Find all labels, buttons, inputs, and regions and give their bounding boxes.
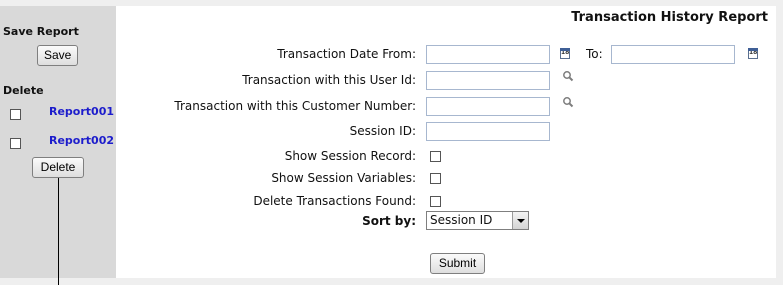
search-icon[interactable] bbox=[562, 96, 574, 108]
date-to-label: To: bbox=[586, 47, 603, 61]
show-session-record-checkbox[interactable] bbox=[430, 151, 441, 162]
session-id-label: Session ID: bbox=[349, 124, 416, 138]
customer-number-label: Transaction with this Customer Number: bbox=[174, 99, 416, 113]
report-link-1[interactable]: Report001 bbox=[49, 105, 114, 118]
show-session-variables-label: Show Session Variables: bbox=[271, 171, 416, 185]
report-form: Transaction History Report Transaction D… bbox=[116, 6, 776, 278]
page-title: Transaction History Report bbox=[571, 10, 768, 25]
report-checkbox-2[interactable] bbox=[10, 138, 21, 149]
show-session-variables-checkbox[interactable] bbox=[430, 173, 441, 184]
delete-heading: Delete bbox=[3, 84, 44, 97]
delete-transactions-checkbox[interactable] bbox=[430, 196, 441, 207]
calendar-icon[interactable]: 18 bbox=[748, 48, 758, 59]
window-bottom-edge bbox=[0, 278, 783, 285]
show-session-record-label: Show Session Record: bbox=[284, 149, 416, 163]
user-id-label: Transaction with this User Id: bbox=[242, 73, 416, 87]
chevron-down-icon[interactable] bbox=[512, 212, 528, 229]
date-from-label: Transaction Date From: bbox=[277, 47, 416, 61]
submit-button[interactable]: Submit bbox=[430, 253, 485, 274]
delete-transactions-label: Delete Transactions Found: bbox=[253, 194, 416, 208]
window-right-edge bbox=[776, 6, 783, 278]
save-button[interactable]: Save bbox=[37, 45, 78, 66]
sort-by-value: Session ID bbox=[430, 213, 493, 227]
delete-button[interactable]: Delete bbox=[32, 157, 84, 178]
calendar-icon[interactable]: 18 bbox=[560, 48, 570, 59]
date-from-input[interactable] bbox=[426, 45, 550, 64]
sort-by-select[interactable]: Session ID bbox=[426, 211, 529, 230]
report-checkbox-1[interactable] bbox=[10, 109, 21, 120]
customer-number-input[interactable] bbox=[426, 97, 550, 116]
annotation-pointer-line bbox=[58, 178, 59, 285]
sort-by-label: Sort by: bbox=[362, 214, 416, 228]
report-link-2[interactable]: Report002 bbox=[49, 134, 114, 147]
session-id-input[interactable] bbox=[426, 122, 550, 141]
date-to-input[interactable] bbox=[611, 45, 735, 64]
save-report-heading: Save Report bbox=[3, 25, 79, 38]
search-icon[interactable] bbox=[562, 70, 574, 82]
user-id-input[interactable] bbox=[426, 71, 550, 90]
